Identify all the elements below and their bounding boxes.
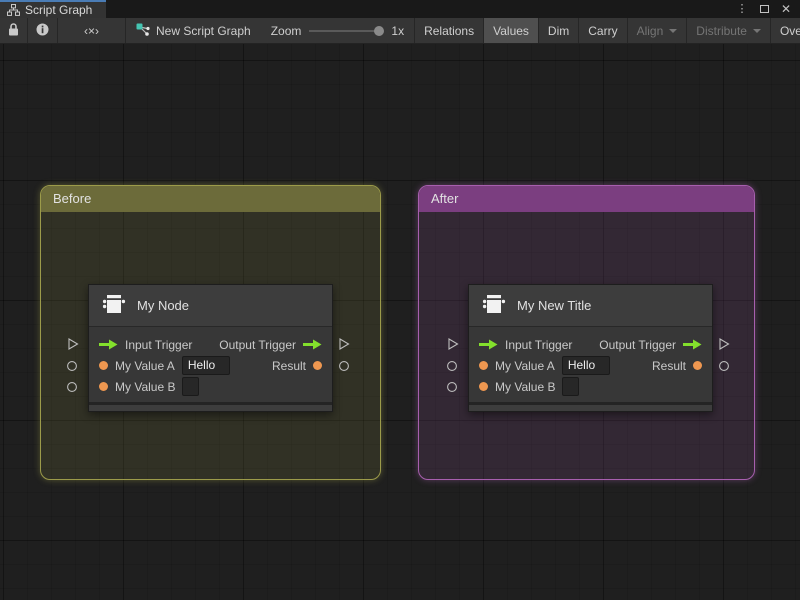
value-b-input[interactable] [182,377,200,396]
external-value-b-port-icon[interactable] [66,381,78,393]
value-a-input[interactable]: Hello [181,356,230,375]
graph-icon [136,23,150,39]
overview-label: Overview [779,23,800,38]
external-output-trigger-port-icon[interactable] [718,338,730,350]
external-value-a-port-icon[interactable] [446,360,458,372]
node-footer [469,402,712,411]
input-trigger-port-icon[interactable] [99,339,118,350]
window-menu-icon[interactable]: ⋮ [735,2,749,16]
output-trigger-port-icon[interactable] [683,339,702,350]
maximize-icon[interactable] [757,2,771,16]
node-title: My Node [137,298,190,313]
window-controls: ⋮ ✕ [735,0,800,18]
external-input-trigger-port-icon[interactable] [447,338,459,350]
output-trigger-port-icon[interactable] [303,339,322,350]
value-b-port-icon[interactable] [479,382,488,391]
node-body: Input Trigger Output Trigger My Value A … [469,327,712,402]
group-after-header[interactable]: After [419,186,754,212]
graph-name-label: New Script Graph [126,18,261,43]
value-a-port-icon[interactable] [99,361,108,370]
zoom-label: Zoom [270,23,302,38]
group-before-header[interactable]: Before [41,186,380,212]
trigger-row: Input Trigger Output Trigger [469,334,712,355]
node-footer [89,402,332,411]
input-trigger-port-icon[interactable] [479,339,498,350]
carry-button[interactable]: Carry [578,18,626,43]
value-b-row: My Value B [89,376,332,397]
relations-button[interactable]: Relations [414,18,483,43]
zoom-value: 1x [391,23,405,38]
code-preview-button[interactable]: ‹×› [58,18,126,43]
value-a-input[interactable]: Hello [561,356,610,375]
inspect-button[interactable] [28,18,58,43]
zoom-control: Zoom 1x [261,18,414,43]
values-button[interactable]: Values [483,18,538,43]
value-a-row: My Value A Hello Result [469,355,712,376]
carry-label: Carry [588,23,618,38]
input-trigger-label: Input Trigger [125,337,193,352]
value-b-input[interactable] [562,377,580,396]
input-trigger-label: Input Trigger [505,337,573,352]
info-icon [36,23,49,39]
graph-toolbar: ‹×› New Script Graph Zoom 1x Relations V… [0,18,800,44]
external-result-port-icon[interactable] [338,360,350,372]
distribute-label: Distribute [696,23,747,38]
align-label: Align [636,23,664,38]
tab-script-graph[interactable]: Script Graph [0,0,107,18]
align-dropdown[interactable]: Align [626,18,687,43]
value-a-label: My Value A [495,358,555,373]
result-port-icon[interactable] [693,361,702,370]
result-label: Result [271,358,306,373]
output-trigger-label: Output Trigger [599,337,676,352]
external-result-port-icon[interactable] [718,360,730,372]
node-title: My New Title [517,298,592,313]
node-icon [481,291,507,320]
value-a-row: My Value A Hello Result [89,355,332,376]
external-value-b-port-icon[interactable] [446,381,458,393]
graph-canvas[interactable]: Before After My Node Input Trigger Outpu… [0,44,800,600]
value-a-label: My Value A [115,358,175,373]
external-value-a-port-icon[interactable] [66,360,78,372]
node-header[interactable]: My Node [89,285,332,327]
tab-bar: Script Graph ⋮ ✕ [0,0,800,18]
toolbar-right-group: Relations Values Dim Carry Align Distrib… [414,18,800,43]
result-label: Result [651,358,686,373]
value-b-label: My Value B [115,379,176,394]
value-b-port-icon[interactable] [99,382,108,391]
graph-name-text: New Script Graph [156,23,251,38]
hierarchy-icon [7,4,20,16]
node-header[interactable]: My New Title [469,285,712,327]
distribute-dropdown[interactable]: Distribute [686,18,770,43]
dim-label: Dim [547,23,570,38]
chevron-down-icon [752,28,761,33]
values-label: Values [493,23,529,38]
relations-label: Relations [424,23,475,38]
node-my-new-title[interactable]: My New Title Input Trigger Output Trigge… [468,284,713,412]
node-my-node[interactable]: My Node Input Trigger Output Trigger My … [88,284,333,412]
zoom-slider[interactable] [309,25,385,36]
external-output-trigger-port-icon[interactable] [338,338,350,350]
node-icon [101,291,127,320]
tab-label: Script Graph [25,3,93,17]
dim-button[interactable]: Dim [537,18,578,43]
external-input-trigger-port-icon[interactable] [67,338,79,350]
value-b-label: My Value B [495,379,556,394]
trigger-row: Input Trigger Output Trigger [89,334,332,355]
close-icon[interactable]: ✕ [779,2,793,16]
lock-icon [8,22,19,39]
code-toggle-icon: ‹×› [84,23,99,38]
overview-button[interactable]: Overview [769,18,800,43]
zoom-slider-handle[interactable] [374,25,385,36]
script-graph-window: Script Graph ⋮ ✕ ‹×› New Script Graph Zo… [0,0,800,600]
output-trigger-label: Output Trigger [219,337,296,352]
value-b-row: My Value B [469,376,712,397]
value-a-port-icon[interactable] [479,361,488,370]
chevron-down-icon [669,28,678,33]
result-port-icon[interactable] [313,361,322,370]
lock-button[interactable] [0,18,28,43]
node-body: Input Trigger Output Trigger My Value A … [89,327,332,402]
